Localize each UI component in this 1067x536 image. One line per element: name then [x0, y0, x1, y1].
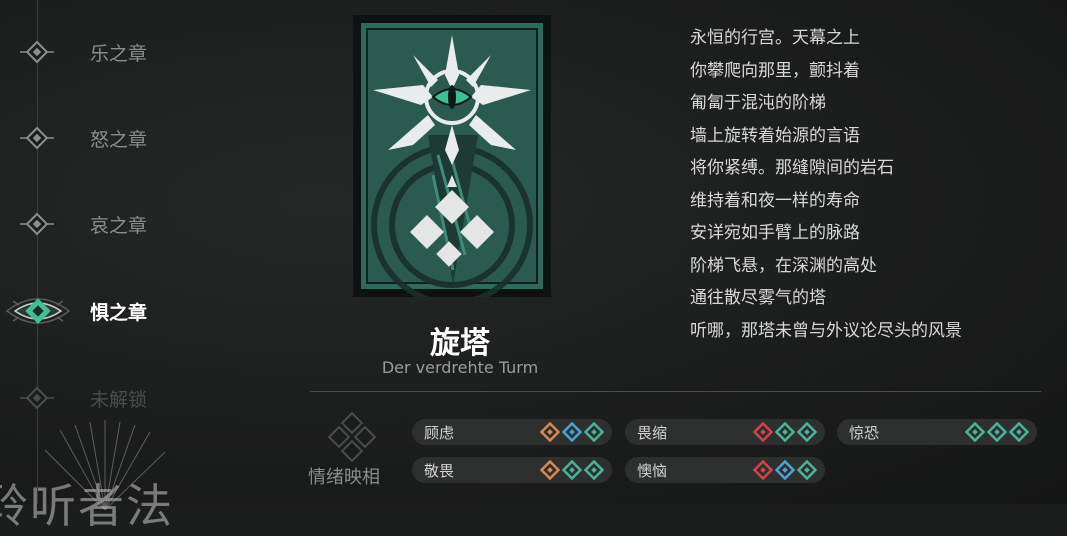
green-gem-icon	[965, 422, 985, 442]
diamond-node-icon	[18, 33, 56, 71]
watermark-text: 聆听者法	[0, 479, 174, 533]
diamond-node-icon	[18, 205, 56, 243]
green-gem-icon	[1009, 422, 1029, 442]
poem-line: 永恒的行宫。天幕之上	[690, 28, 860, 48]
poem-line: 安详宛如手臂上的脉路	[690, 223, 860, 243]
chapter-timeline	[37, 0, 38, 504]
chapter-label: 怒之章	[90, 128, 148, 151]
emotion-tag[interactable]: 畏缩	[625, 419, 825, 445]
green-gem-icon	[987, 422, 1007, 442]
chapter-item-sorrow[interactable]: 哀之章	[0, 204, 260, 244]
red-gem-icon	[753, 422, 773, 442]
chapter-item-anger[interactable]: 怒之章	[0, 118, 260, 158]
gem-group	[965, 422, 1029, 442]
chapter-item-fear[interactable]: 惧之章	[0, 291, 260, 331]
emotion-diamonds-icon	[327, 412, 377, 463]
emotion-tag-label: 敬畏	[424, 461, 455, 480]
poem-line: 将你紧缚。那缝隙间的岩石	[690, 158, 894, 178]
emotion-tag[interactable]: 懊恼	[625, 457, 825, 483]
green-gem-icon	[797, 422, 817, 442]
orange-gem-icon	[540, 460, 560, 480]
green-gem-icon	[797, 460, 817, 480]
gem-group	[753, 422, 817, 442]
chapter-label: 乐之章	[90, 42, 148, 65]
orange-gem-icon	[540, 422, 560, 442]
gem-group	[540, 460, 604, 480]
poem-line: 阶梯飞悬，在深渊的高处	[690, 255, 877, 276]
gem-group	[540, 422, 604, 442]
gem-group	[753, 460, 817, 480]
eye-node-icon	[5, 292, 71, 330]
emotion-tag[interactable]: 顾虑	[412, 419, 612, 445]
diamond-node-icon	[18, 379, 56, 417]
emotion-section-label: 情绪映相	[308, 467, 380, 488]
blue-gem-icon	[562, 422, 582, 442]
diamond-node-icon	[18, 119, 56, 157]
green-gem-icon	[775, 422, 795, 442]
blue-gem-icon	[775, 460, 795, 480]
green-gem-icon	[584, 460, 604, 480]
emotion-tag-label: 畏缩	[637, 423, 668, 442]
chapter-label: 未解锁	[90, 388, 148, 411]
chapter-label: 惧之章	[90, 301, 148, 324]
emotion-tag-label: 惊恐	[849, 423, 880, 442]
poem-line: 通往散尽雾气的塔	[690, 288, 826, 308]
poem-line: 听哪，那塔未曾与外议论尽头的风景	[690, 320, 962, 341]
green-gem-icon	[584, 422, 604, 442]
emotion-tag-label: 顾虑	[424, 423, 455, 442]
poem-line: 维持着和夜一样的寿命	[690, 190, 860, 211]
poem-text: 永恒的行宫。天幕之上 你攀爬向那里，颤抖着 匍匐于混沌的阶梯 墙上旋转着始源的言…	[690, 22, 962, 347]
card-artwork[interactable]	[353, 15, 551, 297]
red-gem-icon	[753, 460, 773, 480]
emotion-tag[interactable]: 敬畏	[412, 457, 612, 483]
chapter-item-locked[interactable]: 未解锁	[0, 378, 260, 418]
card-title: 旋塔	[430, 326, 490, 361]
emotion-tag-label: 懊恼	[637, 461, 668, 480]
green-gem-icon	[562, 460, 582, 480]
chapter-label: 哀之章	[90, 214, 148, 237]
poem-line: 匍匐于混沌的阶梯	[690, 93, 826, 113]
chapter-item-joy[interactable]: 乐之章	[0, 32, 260, 72]
emotion-tag[interactable]: 惊恐	[837, 419, 1037, 445]
section-divider	[310, 391, 1041, 392]
tower-artwork-icon	[353, 15, 551, 297]
poem-line: 你攀爬向那里，颤抖着	[690, 60, 860, 81]
poem-line: 墙上旋转着始源的言语	[690, 125, 860, 146]
card-subtitle: Der verdrehte Turm	[381, 358, 539, 377]
